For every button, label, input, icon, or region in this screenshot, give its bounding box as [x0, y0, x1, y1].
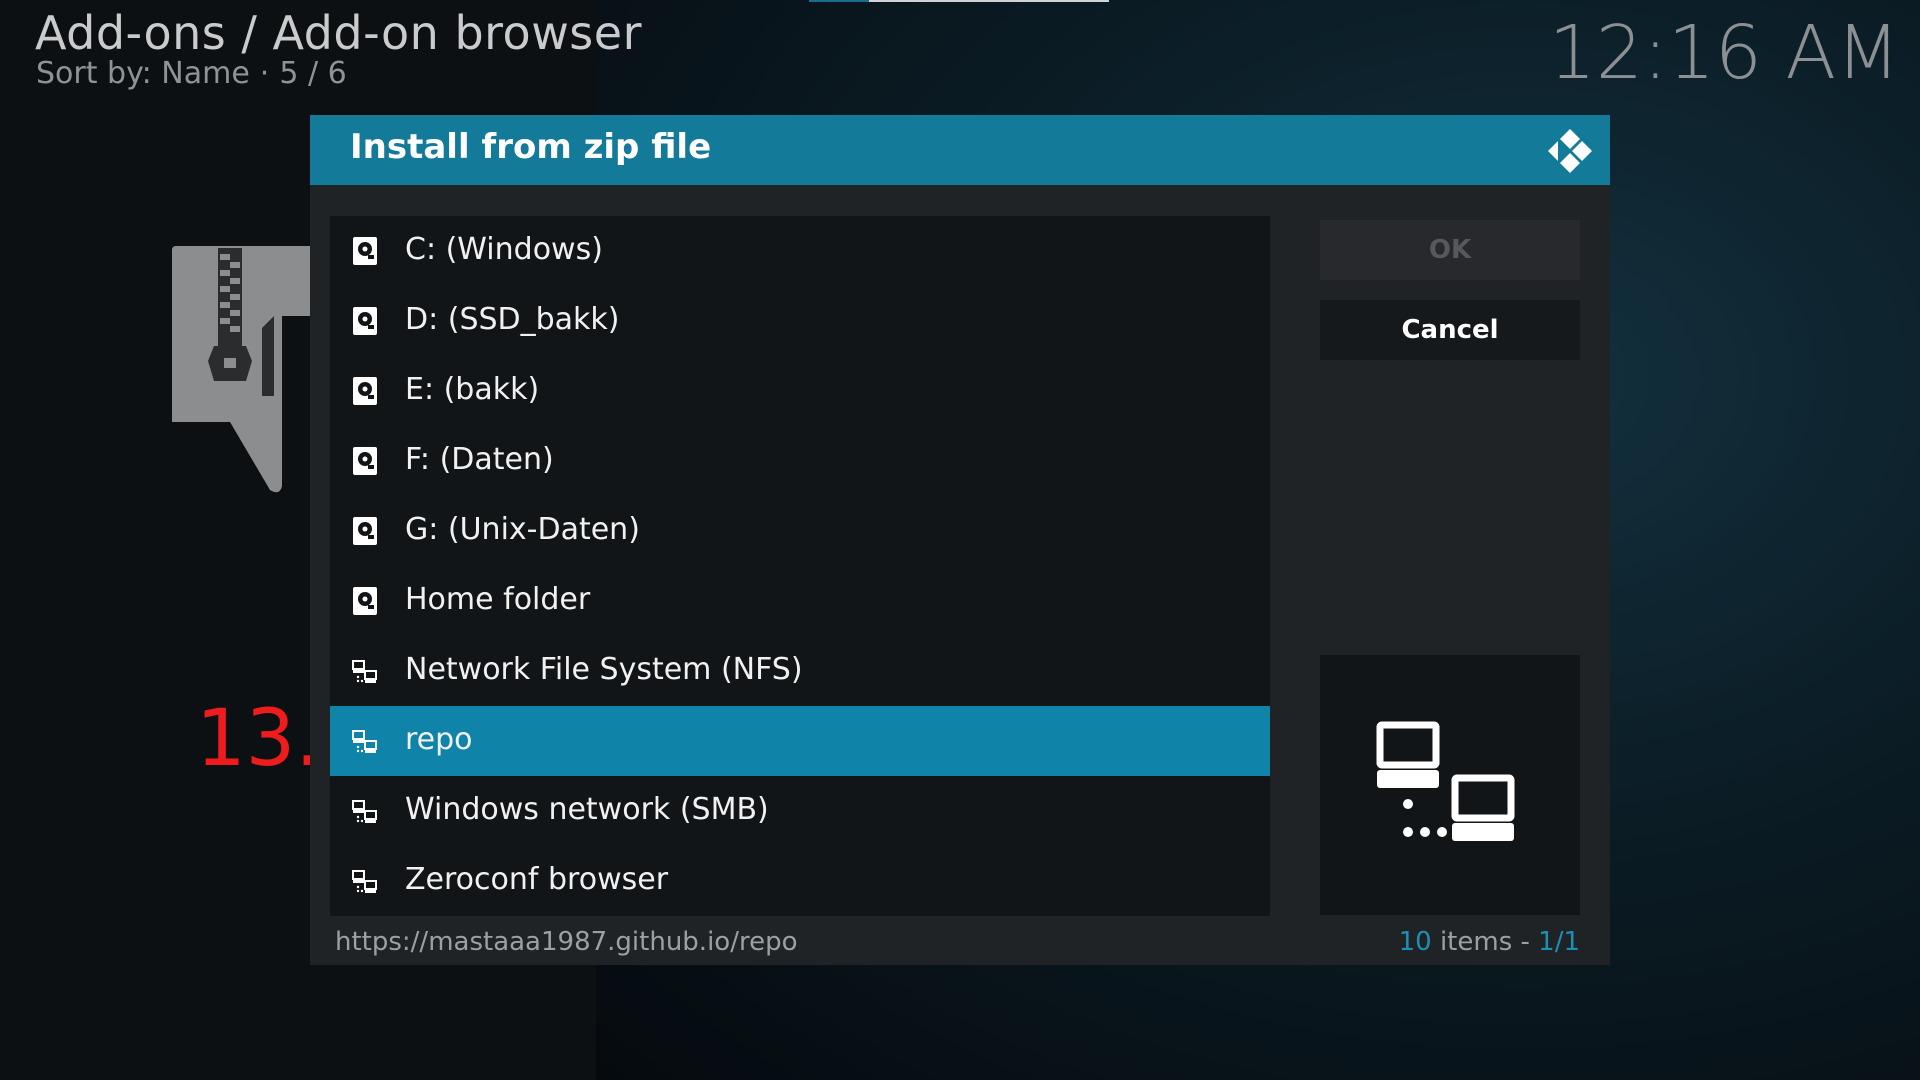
clock: 12:16 AM: [1548, 10, 1900, 96]
dialog-title: Install from zip file: [350, 127, 712, 167]
list-item-zeroconf[interactable]: Zeroconf browser: [330, 846, 1270, 916]
zip-file-icon: [172, 246, 312, 493]
step-annotation: 13.: [196, 694, 321, 784]
hard-drive-icon: [353, 447, 377, 475]
list-item-repo[interactable]: repo: [330, 706, 1270, 776]
page-title: Add-ons / Add-on browser: [35, 6, 642, 60]
network-icon: [352, 730, 377, 753]
list-item-label: repo: [405, 722, 473, 757]
sort-label: Sort by: Name: [36, 56, 250, 91]
list-item-label: C: (Windows): [405, 232, 603, 267]
cancel-button[interactable]: Cancel: [1320, 300, 1580, 360]
list-item-c-windows[interactable]: C: (Windows): [330, 216, 1270, 286]
list-item-nfs[interactable]: Network File System (NFS): [330, 636, 1270, 706]
list-item-f-daten[interactable]: F: (Daten): [330, 426, 1270, 496]
network-icon: [1376, 721, 1515, 841]
list-item-label: Zeroconf browser: [405, 862, 669, 897]
separator: ·: [259, 56, 270, 91]
list-item-label: F: (Daten): [405, 442, 554, 477]
kodi-logo-icon: [1548, 129, 1592, 173]
list-item-label: G: (Unix-Daten): [405, 512, 640, 547]
page-indicator: 1/1: [1538, 927, 1580, 957]
source-list: C: (Windows) D: (SSD_bakk) E: (bakk) F: …: [330, 216, 1270, 916]
hard-drive-icon: [353, 237, 377, 265]
list-item-e-bakk[interactable]: E: (bakk): [330, 356, 1270, 426]
list-item-label: Home folder: [405, 582, 591, 617]
dialog-header: Install from zip file: [310, 115, 1610, 185]
item-count: 10 items - 1/1: [1399, 927, 1580, 957]
list-item-smb[interactable]: Windows network (SMB): [330, 776, 1270, 846]
top-progress-bar: [809, 0, 1109, 2]
network-icon: [352, 800, 377, 823]
list-item-d-ssd-bakk[interactable]: D: (SSD_bakk): [330, 286, 1270, 356]
hard-drive-icon: [353, 377, 377, 405]
hard-drive-icon: [353, 587, 377, 615]
list-item-g-unix-daten[interactable]: G: (Unix-Daten): [330, 496, 1270, 566]
ok-button[interactable]: OK: [1320, 220, 1580, 280]
list-item-label: Windows network (SMB): [405, 792, 769, 827]
list-item-home-folder[interactable]: Home folder: [330, 566, 1270, 636]
items-word: items -: [1439, 927, 1530, 957]
list-item-label: Network File System (NFS): [405, 652, 803, 687]
item-count-number: 10: [1398, 927, 1432, 957]
current-path: https://mastaaa1987.github.io/repo: [335, 927, 798, 957]
selected-item-preview: [1320, 655, 1580, 915]
hard-drive-icon: [353, 307, 377, 335]
install-from-zip-dialog: Install from zip file C: (Windows) D: (S…: [310, 115, 1610, 965]
network-icon: [352, 660, 377, 683]
list-item-label: E: (bakk): [405, 372, 540, 407]
sort-info: Sort by: Name · 5 / 6: [36, 56, 347, 91]
item-position: 5 / 6: [279, 56, 347, 91]
list-item-label: D: (SSD_bakk): [405, 302, 620, 337]
network-icon: [352, 870, 377, 893]
hard-drive-icon: [353, 517, 377, 545]
